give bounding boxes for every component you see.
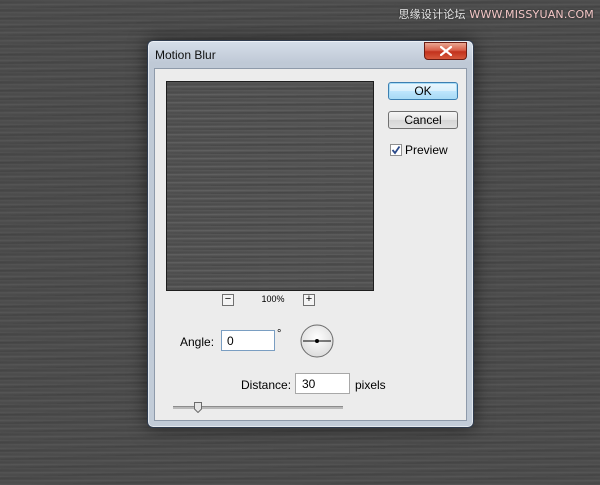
zoom-in-button[interactable]: + — [303, 294, 315, 306]
zoom-level: 100% — [261, 294, 285, 304]
dialog-body: − 100% + OK Cancel Preview Angle: ° — [154, 68, 467, 421]
distance-slider-thumb[interactable] — [194, 400, 202, 414]
angle-input[interactable] — [221, 330, 275, 351]
watermark-site-name: 思缘设计论坛 — [398, 8, 466, 21]
angle-label: Angle: — [180, 335, 215, 349]
watermark: 思缘设计论坛 WWW.MISSYUAN.COM — [398, 6, 594, 22]
close-button[interactable] — [424, 42, 467, 60]
angle-dial-icon — [300, 324, 334, 358]
ok-button[interactable]: OK — [388, 82, 458, 100]
motion-blur-dialog: Motion Blur − 100% + OK Cancel Preview A… — [147, 40, 474, 428]
cancel-button[interactable]: Cancel — [388, 111, 458, 129]
slider-thumb-icon — [194, 402, 202, 414]
pixels-unit-label: pixels — [355, 378, 386, 392]
zoom-out-button[interactable]: − — [222, 294, 234, 306]
preview-label: Preview — [405, 143, 448, 157]
dialog-title: Motion Blur — [155, 48, 216, 62]
title-bar[interactable]: Motion Blur — [148, 41, 473, 67]
preview-image[interactable] — [166, 81, 374, 291]
checkmark-icon — [391, 145, 401, 155]
close-icon — [440, 46, 452, 56]
preview-checkbox[interactable] — [390, 144, 402, 156]
watermark-url: WWW.MISSYUAN.COM — [469, 8, 594, 21]
distance-label: Distance: — [241, 378, 292, 392]
degree-symbol: ° — [277, 328, 282, 340]
distance-input[interactable] — [295, 373, 350, 394]
angle-dial[interactable] — [300, 324, 334, 358]
